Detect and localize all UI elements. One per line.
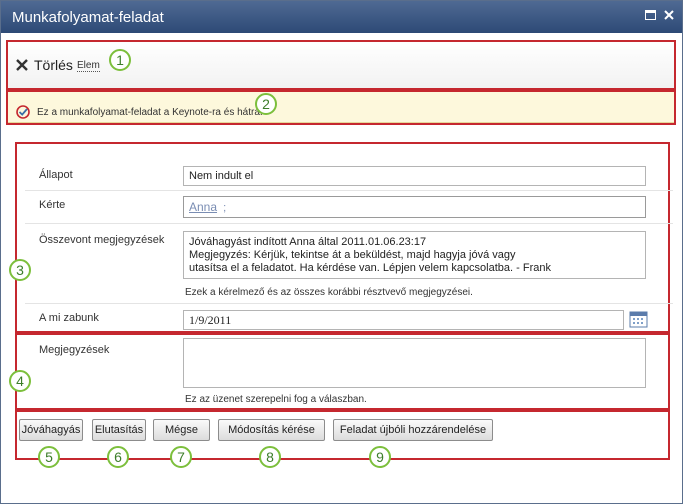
calendar-icon[interactable] [629,310,648,328]
callout-3: 3 [9,259,31,281]
due-date-label: A mi zabunk [39,312,99,324]
due-date-value: 1/9/2011 [189,313,232,327]
delete-button[interactable]: Törlés [34,57,73,73]
callout-8: 8 [259,446,281,468]
callout-5: 5 [38,446,60,468]
status-label: Állapot [39,169,73,181]
combined-comments-box: Jóváhagyást indított Anna által 2011.01.… [183,231,646,279]
combined-comments-line-1: Jóváhagyást indított Anna által 2011.01.… [189,236,427,248]
callout-6: 6 [107,446,129,468]
dialog-title: Munkafolyamat-feladat [12,9,164,26]
callout-1: 1 [109,49,131,71]
callout-7: 7 [170,446,192,468]
combined-comments-note: Ezek a kérelmező és az összes korábbi ré… [185,287,473,298]
title-bar: Munkafolyamat-feladat [1,1,682,33]
status-value: Nem indult el [189,170,254,182]
task-check-icon [16,105,30,119]
combined-comments-line-2: Megjegyzés: Kérjük, tekintse át a beküld… [189,249,516,261]
cancel-button[interactable]: Mégse [153,419,210,441]
callout-2: 2 [255,93,277,115]
reassign-task-button[interactable]: Feladat újbóli hozzárendelése [333,419,493,441]
close-icon[interactable] [662,10,675,22]
item-tab[interactable]: Elem [77,60,100,72]
requested-by-label: Kérte [39,199,66,211]
callout-4: 4 [9,370,31,392]
comments-note: Ez az üzenet szerepelni fog a válaszban. [185,394,367,405]
info-text: Ez a munkafolyamat-feladat a Keynote-ra … [37,107,263,118]
callout-9: 9 [369,446,391,468]
request-change-button[interactable]: Módosítás kérése [218,419,325,441]
combined-comments-line-3: utasítsa el a feladatot. Ha kérdése van.… [189,262,551,274]
due-date-input[interactable]: 1/9/2011 [183,310,624,330]
comments-label: Megjegyzések [39,344,110,356]
ribbon-highlight [6,40,676,90]
comments-textarea[interactable] [183,338,646,388]
x-icon[interactable] [15,58,29,72]
status-field: Nem indult el [183,166,646,186]
row-divider [25,223,673,224]
reject-button[interactable]: Elutasítás [92,419,146,441]
requested-by-field[interactable]: Anna ; [183,196,646,218]
row-divider [25,303,673,304]
requested-by-separator: ; [223,202,227,214]
row-divider [25,190,673,191]
approve-button[interactable]: Jóváhagyás [19,419,83,441]
maximize-icon[interactable] [644,10,657,22]
workflow-task-dialog: Munkafolyamat-feladat Törlés Elem 1 Ez a… [0,0,683,504]
requested-by-user-link[interactable]: Anna [189,200,217,214]
combined-comments-label: Összevont megjegyzések [39,234,165,246]
